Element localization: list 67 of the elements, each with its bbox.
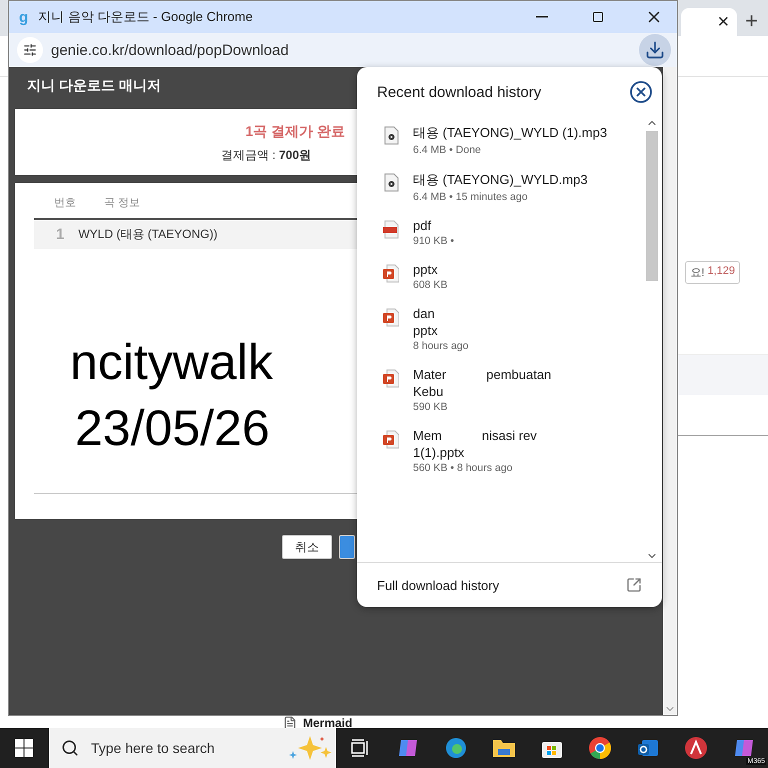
download-item[interactable]: pdf 910 KB • [357, 211, 645, 255]
file-details: 608 KB [413, 279, 448, 291]
site-favicon: g [19, 8, 28, 26]
file-name: pdf [413, 218, 432, 233]
file-name: Kebu [413, 384, 444, 399]
file-name: Mater [413, 367, 446, 382]
like-badge[interactable]: 요! 1,129 [685, 261, 740, 284]
scrollbar[interactable] [663, 67, 677, 715]
search-icon [60, 739, 79, 757]
download-item[interactable]: dan pptx 8 hours ago [357, 299, 645, 360]
file-details: 8 hours ago [413, 340, 468, 352]
file-name: pptx [413, 323, 438, 338]
minimize-icon [536, 16, 548, 18]
windows-logo-icon [15, 739, 34, 757]
new-tab-button[interactable]: + [745, 6, 758, 36]
pdf-file-icon [383, 220, 399, 239]
file-details: 560 KB • 8 hours ago [413, 462, 514, 474]
file-name: pembuatan [486, 367, 552, 382]
download-icon [645, 40, 665, 60]
sidebar-item[interactable]: Mermaid [303, 717, 352, 728]
column-header: 번호 [54, 196, 76, 210]
browser-tab[interactable]: × [681, 8, 738, 36]
search-field[interactable]: Type here to search [48, 728, 336, 768]
scrollbar-thumb[interactable] [646, 131, 658, 281]
sliders-icon [23, 43, 37, 57]
file-name: 태용 (TAEYONG)_WYLD (1).mp3 [413, 124, 608, 142]
row-number: 1 [56, 226, 64, 243]
file-name: 1(1).pptx [413, 445, 464, 460]
audio-file-icon [383, 126, 399, 145]
close-button[interactable] [628, 79, 654, 105]
file-name: 태용 (TAEYONG)_WYLD.mp3 [413, 171, 588, 189]
file-name: dan [413, 306, 435, 321]
download-item[interactable]: pptx 608 KB [357, 255, 645, 299]
download-item[interactable]: Mem nisasi rev 1(1).pptx 560 KB • 8 hours ago [357, 421, 645, 482]
file-details: 590 KB [413, 401, 448, 413]
download-item[interactable]: 태용 (TAEYONG)_WYLD.mp3 6.4 MB • 15 minutes ago [357, 164, 645, 211]
maximize-icon [592, 11, 604, 23]
download-item[interactable]: Mater pembuatan Kebu 590 KB [357, 360, 645, 421]
file-details: 6.4 MB • 15 minutes ago [413, 191, 529, 203]
file-name: nisasi rev [482, 428, 537, 443]
slides-file-icon [383, 264, 399, 283]
address-field[interactable]: genie.co.kr/download/popDownload [51, 42, 631, 58]
payment-notice: 1곡 결제가 완료 [245, 123, 345, 141]
slides-file-icon [383, 430, 399, 449]
download-item[interactable]: 태용 (TAEYONG)_WYLD (1).mp3 6.4 MB • Done [357, 117, 645, 164]
overlay-note: ncitywalk [70, 333, 273, 392]
slides-file-icon [383, 369, 399, 388]
audio-file-icon [383, 173, 399, 192]
file-name: Mem [413, 428, 442, 443]
site-info-button[interactable] [17, 37, 43, 63]
download-button[interactable] [639, 34, 671, 66]
window-title: 지니 음악 다운로드 - Google Chrome [38, 8, 254, 26]
full-history-link[interactable]: Full download history [377, 578, 500, 592]
file-name: pptx [413, 262, 438, 277]
page-title: 지니 다운로드 매니저 [26, 77, 161, 95]
tab-close-button[interactable]: × [717, 10, 730, 34]
cancel-button[interactable]: 취소 [282, 535, 332, 559]
open-external-icon [626, 577, 642, 593]
file-details: 910 KB • [413, 235, 454, 247]
overlay-note: 23/05/26 [74, 399, 270, 458]
document-icon [283, 716, 297, 728]
panel-title: Recent download history [377, 84, 542, 100]
song-title: WYLD (태용 (TAEYONG)) [78, 226, 218, 243]
slides-file-icon [383, 308, 399, 327]
payment-amount: 결제금액 : 700원 [220, 147, 311, 164]
file-details: 6.4 MB • Done [413, 144, 482, 156]
column-header: 곡 정보 [104, 196, 140, 210]
